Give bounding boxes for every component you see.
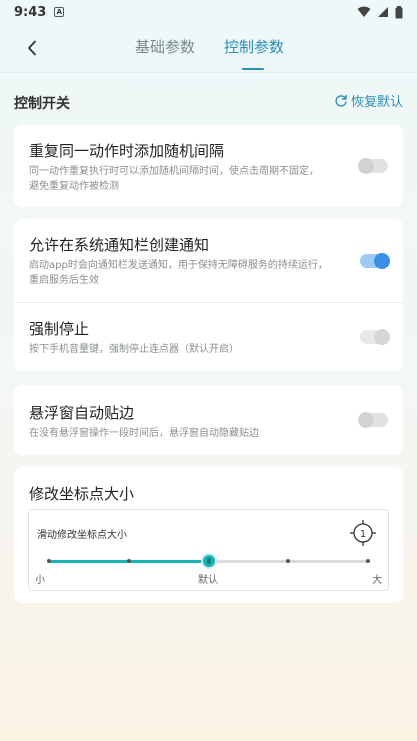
- a-icon: A: [54, 7, 65, 17]
- card-random-interval: 重复同一动作时添加随机间隔 同一动作重复执行时可以添加随机间隔时间，使点击周期不…: [14, 125, 403, 207]
- marker-size-slider-box: 滑动修改坐标点大小 1 小 默认 大: [28, 509, 389, 591]
- slider-tick: [47, 559, 51, 563]
- setting-row-auto-edge: 悬浮窗自动贴边 在没有悬浮窗操作一段时间后，悬浮窗自动隐藏贴边: [14, 385, 403, 455]
- setting-desc: 避免重复动作被检测: [29, 181, 119, 192]
- toggle-knob: [374, 253, 390, 269]
- crosshair-preview-icon: 1: [350, 520, 376, 546]
- slider-label: 滑动修改坐标点大小: [37, 530, 127, 541]
- slider-max-label: 大: [372, 575, 382, 586]
- setting-title: 悬浮窗自动贴边: [29, 404, 135, 422]
- section-title: 控制开关: [14, 96, 70, 112]
- slider-thumb[interactable]: [202, 555, 215, 567]
- slider-tick: [126, 559, 131, 563]
- toggle-knob: [358, 158, 374, 174]
- reset-label: 恢复默认: [350, 95, 403, 110]
- random-interval-toggle[interactable]: [358, 158, 388, 174]
- slider-tick: [366, 559, 370, 563]
- notification-toggle[interactable]: [360, 253, 390, 269]
- setting-desc: 启动app时会向通知栏发送通知，用于保持无障碍服务的持续运行，: [29, 260, 328, 271]
- wifi-icon: [357, 6, 371, 17]
- setting-desc: 按下手机音量键，强制停止连点器（默认开启）: [29, 344, 239, 355]
- slider-tick: [286, 559, 291, 563]
- refresh-icon: [335, 94, 347, 107]
- auto-edge-toggle[interactable]: [358, 412, 388, 428]
- preview-number: 1: [360, 529, 366, 540]
- tab-indicator: [242, 68, 264, 70]
- card-auto-edge: 悬浮窗自动贴边 在没有悬浮窗操作一段时间后，悬浮窗自动隐藏贴边: [14, 385, 403, 455]
- slider-track[interactable]: [47, 555, 370, 567]
- chevron-left-icon: [28, 40, 36, 56]
- header-divider: [0, 72, 417, 73]
- cellular-icon: [378, 7, 388, 17]
- setting-row-force-stop: 强制停止 按下手机音量键，强制停止连点器（默认开启）: [14, 303, 403, 371]
- force-stop-toggle[interactable]: [360, 329, 390, 345]
- reset-default-button[interactable]: 恢复默认: [334, 91, 403, 110]
- tab-basic-params[interactable]: 基础参数: [135, 36, 195, 57]
- setting-row-notification: 允许在系统通知栏创建通知 启动app时会向通知栏发送通知，用于保持无障碍服务的持…: [14, 219, 403, 302]
- marker-size-title: 修改坐标点大小: [29, 485, 135, 503]
- card-notification-force-stop: 允许在系统通知栏创建通知 启动app时会向通知栏发送通知，用于保持无障碍服务的持…: [14, 219, 403, 371]
- slider-min-label: 小: [35, 575, 45, 586]
- battery-icon: [395, 5, 403, 18]
- setting-desc: 重启服务后生效: [29, 275, 99, 286]
- toggle-knob: [374, 329, 390, 345]
- tab-control-params[interactable]: 控制参数: [224, 36, 284, 57]
- status-icons: [357, 5, 403, 19]
- setting-title: 强制停止: [29, 320, 90, 338]
- slider-default-label: 默认: [198, 575, 218, 586]
- back-button[interactable]: [22, 36, 42, 60]
- status-bar: 9:43 A: [0, 0, 417, 24]
- setting-title: 允许在系统通知栏创建通知: [29, 236, 210, 254]
- header: 基础参数 控制参数: [0, 24, 417, 72]
- status-time: 9:43: [14, 4, 47, 20]
- setting-row-random-interval: 重复同一动作时添加随机间隔 同一动作重复执行时可以添加随机间隔时间，使点击周期不…: [14, 125, 403, 207]
- card-marker-size: 修改坐标点大小 滑动修改坐标点大小 1 小 默认 大: [14, 467, 403, 603]
- setting-desc: 在没有悬浮窗操作一段时间后，悬浮窗自动隐藏贴边: [29, 428, 259, 439]
- toggle-knob: [358, 412, 374, 428]
- setting-desc: 同一动作重复执行时可以添加随机间隔时间，使点击周期不固定，: [29, 166, 319, 177]
- setting-title: 重复同一动作时添加随机间隔: [29, 142, 225, 160]
